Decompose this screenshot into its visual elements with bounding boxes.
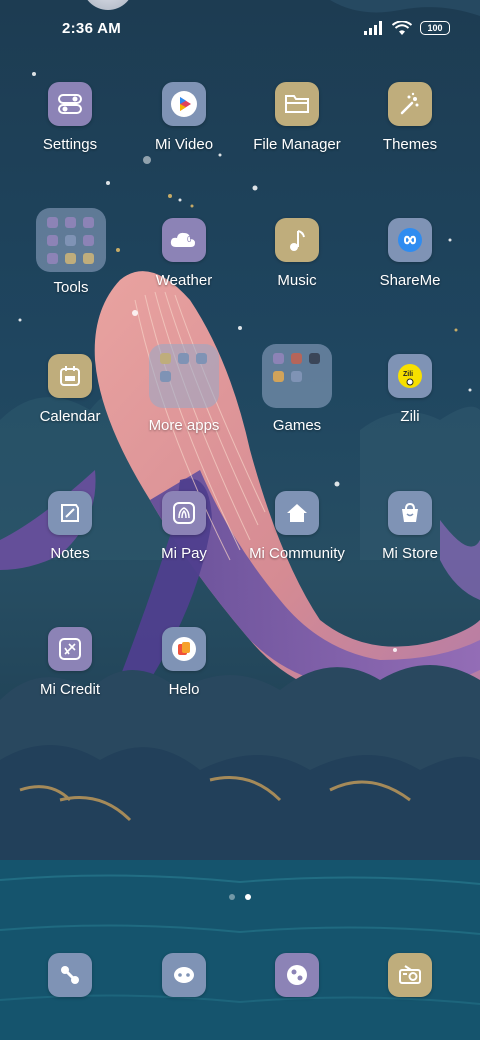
dock-camera[interactable] [350, 953, 470, 997]
dock-browser[interactable] [237, 953, 357, 997]
app-mi-credit[interactable]: Mi Credit [10, 627, 130, 698]
messages-icon [162, 953, 206, 997]
app-label: Notes [50, 545, 90, 562]
phone-icon [48, 953, 92, 997]
zili-icon: Zili [388, 354, 432, 398]
app-label: Mi Video [154, 136, 214, 153]
page-indicator [0, 894, 480, 900]
folder-more-apps[interactable]: More apps [124, 344, 244, 434]
wifi-icon [392, 20, 412, 35]
calendar-icon [48, 354, 92, 398]
mi-credit-icon [48, 627, 92, 671]
app-themes[interactable]: Themes [350, 82, 470, 153]
home-icon [275, 491, 319, 535]
status-bar: 2:36 AM 100 [0, 0, 480, 56]
app-zili[interactable]: Zili Zili [350, 354, 470, 425]
page-dot[interactable] [229, 894, 235, 900]
status-icons: 100 [364, 20, 450, 36]
more-apps-folder [149, 344, 219, 408]
mi-pay-icon [162, 491, 206, 535]
app-label: Mi Community [249, 545, 345, 562]
folder-games[interactable]: Games [237, 344, 357, 434]
app-music[interactable]: Music [237, 218, 357, 289]
camera-icon [388, 953, 432, 997]
app-mi-store[interactable]: Mi Store [350, 491, 470, 562]
app-settings[interactable]: Settings [10, 82, 130, 153]
app-label: Themes [382, 136, 438, 153]
app-label: Mi Pay [161, 545, 207, 562]
helo-icon [162, 627, 206, 671]
cloud-icon: 0° [162, 218, 206, 262]
shopping-bag-icon [388, 491, 432, 535]
app-label: ShareMe [379, 272, 441, 289]
app-label: Mi Store [382, 545, 438, 562]
signal-icon [364, 21, 382, 35]
games-folder [262, 344, 332, 408]
svg-text:0°: 0° [187, 235, 195, 244]
app-helo[interactable]: Helo [124, 627, 244, 698]
browser-icon [275, 953, 319, 997]
app-file-manager[interactable]: File Manager [237, 82, 357, 153]
settings-icon [48, 82, 92, 126]
app-label: Settings [42, 136, 98, 153]
app-label: Music [277, 272, 317, 289]
app-label: Tools [53, 279, 89, 296]
app-shareme[interactable]: ShareMe [350, 218, 470, 289]
notes-icon [48, 491, 92, 535]
app-calendar[interactable]: Calendar [10, 354, 130, 425]
svg-text:Zili: Zili [403, 371, 413, 378]
battery-icon: 100 [420, 21, 450, 35]
infinity-icon [388, 218, 432, 262]
app-mi-video[interactable]: Mi Video [124, 82, 244, 153]
app-label: Calendar [39, 408, 101, 425]
brush-icon [388, 82, 432, 126]
folder-icon [275, 82, 319, 126]
play-icon [162, 82, 206, 126]
tools-folder [36, 208, 106, 272]
app-mi-community[interactable]: Mi Community [237, 491, 357, 562]
dock-messages[interactable] [124, 953, 244, 997]
app-label: Mi Credit [39, 681, 100, 698]
page-dot-active[interactable] [245, 894, 251, 900]
app-mi-pay[interactable]: Mi Pay [124, 491, 244, 562]
app-label: Weather [155, 272, 213, 289]
app-label: Games [272, 417, 322, 434]
app-label: File Manager [253, 136, 341, 153]
folder-tools[interactable]: Tools [11, 208, 131, 296]
app-label: Helo [168, 681, 200, 698]
status-time: 2:36 AM [62, 19, 122, 37]
music-note-icon [275, 218, 319, 262]
app-label: Zili [400, 408, 420, 425]
app-notes[interactable]: Notes [10, 491, 130, 562]
dock-phone[interactable] [10, 953, 130, 997]
app-weather[interactable]: 0° Weather [124, 218, 244, 289]
app-label: More apps [148, 417, 220, 434]
